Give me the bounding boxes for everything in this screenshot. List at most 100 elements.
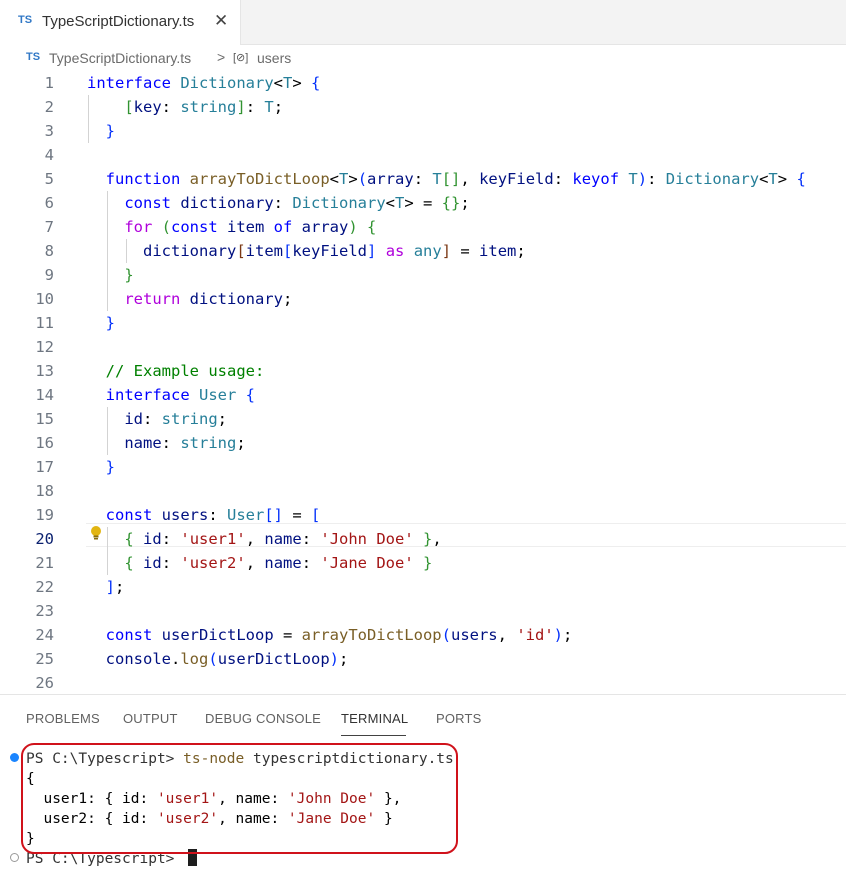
code-text: // Example usage: [87, 359, 265, 383]
code-editor[interactable]: 1 interface Dictionary<T> {2 [key: string… [0, 71, 846, 694]
code-line[interactable]: 14 interface User { [0, 383, 846, 407]
code-token: ; [236, 434, 246, 452]
code-token: : [647, 170, 666, 188]
code-line[interactable]: 4 [0, 143, 846, 167]
code-token: Dictionary [292, 194, 386, 212]
code-line[interactable]: 1 interface Dictionary<T> { [0, 71, 846, 95]
line-number: 2 [44, 98, 54, 116]
code-token: , [245, 554, 265, 572]
code-token: 'user2' [180, 554, 246, 572]
code-token: User [227, 506, 265, 524]
code-line[interactable]: 6 const dictionary: Dictionary<T> = {}; [0, 191, 846, 215]
code-line[interactable]: 21 { id: 'user2', name: 'Jane Doe' } [0, 551, 846, 575]
variable-symbol-icon: [⊘] [233, 52, 249, 64]
code-line[interactable]: 11 } [0, 311, 846, 335]
tab-output[interactable]: OUTPUT [123, 711, 178, 726]
code-token: ; [115, 578, 125, 596]
code-text: } [87, 263, 133, 287]
code-line[interactable]: 10 return dictionary; [0, 287, 846, 311]
tab-ports[interactable]: PORTS [436, 711, 482, 726]
code-token: name [124, 434, 162, 452]
code-token: { [367, 218, 377, 236]
code-token: : [143, 410, 162, 428]
chevron-right-icon: > [217, 49, 226, 65]
code-token: , [497, 626, 517, 644]
code-line[interactable]: 15 id: string; [0, 407, 846, 431]
code-line[interactable]: 23 [0, 599, 846, 623]
code-line[interactable]: 3 } [0, 119, 846, 143]
line-number: 26 [35, 674, 54, 692]
code-text: } [87, 119, 115, 143]
tab-typescriptdictionary[interactable]: TS TypeScriptDictionary.ts ✕ [0, 0, 241, 45]
code-line[interactable]: 26 [0, 671, 846, 695]
code-token: dictionary [180, 194, 274, 212]
typescript-file-icon: TS [26, 51, 41, 63]
code-token: > [292, 74, 312, 92]
code-token: [] [264, 506, 284, 524]
code-text: } [87, 455, 115, 479]
code-token: item [227, 218, 274, 236]
tab-terminal[interactable]: TERMINAL [341, 711, 408, 726]
code-token: return [124, 290, 190, 308]
line-number: 9 [44, 266, 54, 284]
code-line[interactable]: 24 const userDictLoop = arrayToDictLoop(… [0, 623, 846, 647]
code-line[interactable]: 18 [0, 479, 846, 503]
code-token: : [553, 170, 573, 188]
tab-debug-console[interactable]: DEBUG CONSOLE [205, 711, 321, 726]
code-token: T [339, 170, 349, 188]
code-line[interactable]: 22 ]; [0, 575, 846, 599]
code-token: { [311, 74, 321, 92]
tab-label: TypeScriptDictionary.ts [42, 13, 195, 30]
line-number: 1 [44, 74, 54, 92]
code-token: item [245, 242, 283, 260]
code-line[interactable]: 25 console.log(userDictLoop); [0, 647, 846, 671]
code-token: arrayToDictLoop [301, 626, 442, 644]
code-token: } [105, 122, 116, 140]
code-token: : [273, 194, 293, 212]
code-line[interactable]: 20 { id: 'user1', name: 'John Doe' }, [0, 527, 846, 551]
code-token: T [395, 194, 405, 212]
code-line[interactable]: 16 name: string; [0, 431, 846, 455]
code-token: ] [236, 98, 246, 116]
active-tab-indicator [341, 735, 406, 736]
breadcrumb-symbol[interactable]: users [257, 50, 291, 66]
code-line[interactable]: 2 [key: string]: T; [0, 95, 846, 119]
line-number: 25 [35, 650, 54, 668]
code-token: T [628, 170, 638, 188]
code-text: { id: 'user2', name: 'Jane Doe' } [87, 551, 432, 575]
code-token: ; [273, 98, 284, 116]
code-line[interactable]: 8 dictionary[item[keyField] as any] = it… [0, 239, 846, 263]
code-line[interactable]: 13 // Example usage: [0, 359, 846, 383]
code-text: for (const item of array) { [87, 215, 376, 239]
code-line[interactable]: 9 } [0, 263, 846, 287]
command-success-dot-icon[interactable] [10, 753, 19, 762]
line-number: 13 [35, 362, 54, 380]
code-token: keyField [292, 242, 367, 260]
line-number: 8 [44, 242, 54, 260]
code-token: keyof [572, 170, 629, 188]
line-number: 11 [35, 314, 54, 332]
code-token: for [124, 218, 162, 236]
close-icon[interactable]: ✕ [214, 11, 228, 31]
code-token: string [180, 434, 237, 452]
code-line[interactable]: 19 const users: User[] = [ [0, 503, 846, 527]
code-token: ; [339, 650, 349, 668]
code-token: = [273, 626, 302, 644]
code-token: id [143, 554, 162, 572]
code-line[interactable]: 12 [0, 335, 846, 359]
code-line[interactable]: 17 } [0, 455, 846, 479]
code-token: ( [161, 218, 171, 236]
breadcrumb-file[interactable]: TypeScriptDictionary.ts [49, 50, 191, 66]
code-line[interactable]: 5 function arrayToDictLoop<T>(array: T[]… [0, 167, 846, 191]
code-token: key [133, 98, 162, 116]
tab-problems[interactable]: PROBLEMS [26, 711, 100, 726]
code-token: T [432, 170, 442, 188]
code-line[interactable]: 7 for (const item of array) { [0, 215, 846, 239]
code-token: Dictionary [665, 170, 760, 188]
